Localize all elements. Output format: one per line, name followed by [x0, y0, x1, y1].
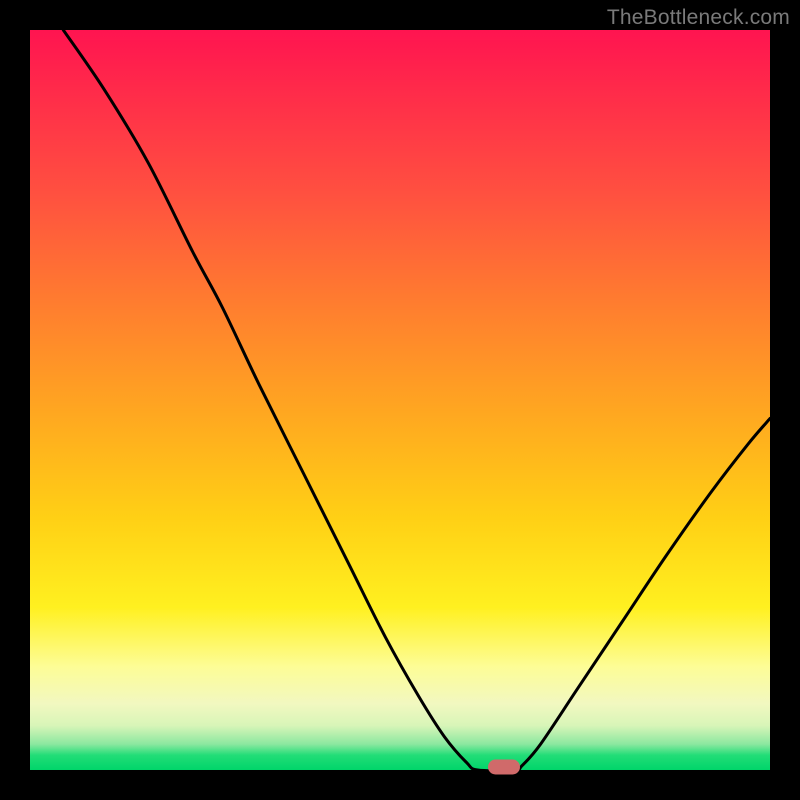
bottleneck-curve [30, 30, 770, 770]
chart-frame: TheBottleneck.com [0, 0, 800, 800]
plot-area [30, 30, 770, 770]
optimal-marker [488, 760, 520, 775]
watermark-text: TheBottleneck.com [607, 6, 790, 30]
